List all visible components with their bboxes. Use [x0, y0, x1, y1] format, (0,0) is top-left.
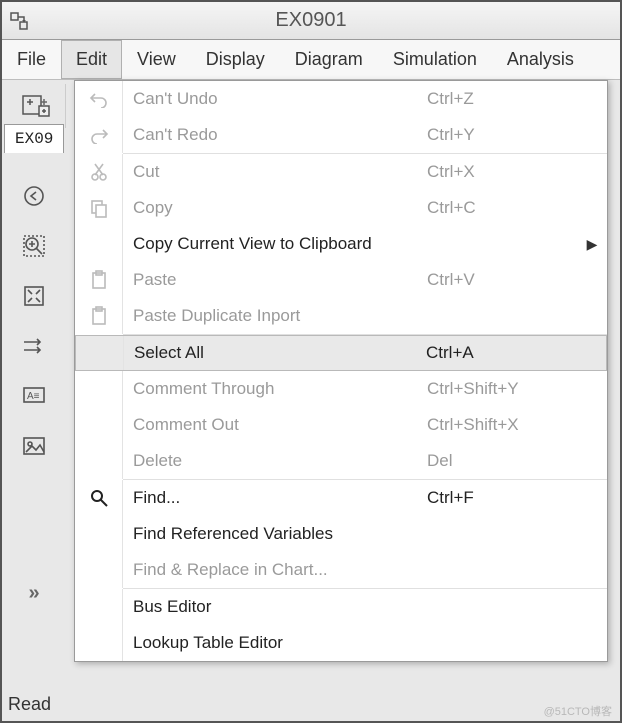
menu-item-delete: DeleteDel — [75, 443, 607, 479]
edit-menu: Can't UndoCtrl+ZCan't RedoCtrl+YCutCtrl+… — [74, 80, 608, 662]
blank-icon — [75, 552, 123, 588]
menu-item-label: Paste — [123, 270, 427, 290]
copy-icon — [75, 190, 123, 226]
submenu-arrow-icon: ▶ — [577, 236, 607, 253]
blank-icon — [75, 226, 123, 262]
menu-item-label: Delete — [123, 451, 427, 471]
menu-item-shortcut: Ctrl+Y — [427, 125, 577, 145]
svg-text:A≡: A≡ — [27, 391, 40, 402]
menu-item-comment-out: Comment OutCtrl+Shift+X — [75, 407, 607, 443]
zoom-in-icon[interactable] — [20, 232, 48, 260]
menu-item-lookup-table-editor[interactable]: Lookup Table Editor — [75, 625, 607, 661]
menu-analysis[interactable]: Analysis — [492, 40, 589, 79]
blank-icon — [75, 407, 123, 443]
blank-icon — [75, 516, 123, 552]
menu-item-label: Can't Undo — [123, 89, 427, 109]
menu-item-shortcut: Ctrl+F — [427, 488, 577, 508]
expand-palette-icon[interactable]: » — [28, 582, 39, 605]
menu-item-shortcut: Ctrl+A — [426, 343, 576, 363]
menubar: FileEditViewDisplayDiagramSimulationAnal… — [2, 40, 620, 80]
tab-label: EX09 — [4, 124, 64, 153]
cut-icon — [75, 154, 123, 190]
menu-item-paste-duplicate-inport: Paste Duplicate Inport — [75, 298, 607, 334]
menu-item-label: Find & Replace in Chart... — [123, 560, 427, 580]
menu-item-shortcut: Ctrl+X — [427, 162, 577, 182]
image-icon[interactable] — [20, 432, 48, 460]
menu-item-paste: PasteCtrl+V — [75, 262, 607, 298]
menu-item-label: Bus Editor — [123, 597, 427, 617]
menu-item-label: Cut — [123, 162, 427, 182]
paste-icon — [75, 262, 123, 298]
menu-item-can-t-redo: Can't RedoCtrl+Y — [75, 117, 607, 153]
menu-display[interactable]: Display — [191, 40, 280, 79]
search-icon — [75, 480, 123, 516]
paste-icon — [75, 298, 123, 334]
watermark: @51CTO博客 — [544, 703, 612, 719]
menu-item-shortcut: Ctrl+Shift+Y — [427, 379, 577, 399]
menu-item-label: Can't Redo — [123, 125, 427, 145]
menu-item-label: Comment Through — [123, 379, 427, 399]
app-window: EX0901 FileEditViewDisplayDiagramSimulat… — [0, 0, 622, 723]
fit-to-view-icon[interactable] — [20, 282, 48, 310]
annotation-icon[interactable]: A≡ — [20, 382, 48, 410]
menu-edit[interactable]: Edit — [61, 40, 122, 79]
menu-item-copy-current-view-to-clipboard[interactable]: Copy Current View to Clipboard ▶ — [75, 226, 607, 262]
blank-icon — [75, 589, 123, 625]
arrows-right-icon[interactable] — [20, 332, 48, 360]
blank-icon — [76, 336, 124, 370]
menu-item-label: Copy — [123, 198, 427, 218]
menu-item-find[interactable]: Find...Ctrl+F — [75, 480, 607, 516]
left-palette: A≡ » — [6, 168, 62, 605]
blank-icon — [75, 443, 123, 479]
menu-item-label: Paste Duplicate Inport — [123, 306, 427, 326]
menu-item-label: Comment Out — [123, 415, 427, 435]
status-text: Read — [8, 694, 51, 715]
menu-item-shortcut: Ctrl+V — [427, 270, 577, 290]
menu-file[interactable]: File — [2, 40, 61, 79]
undo-icon — [75, 81, 123, 117]
menu-item-find-referenced-variables[interactable]: Find Referenced Variables — [75, 516, 607, 552]
menu-simulation[interactable]: Simulation — [378, 40, 492, 79]
blank-icon — [75, 625, 123, 661]
menu-item-label: Lookup Table Editor — [123, 633, 427, 653]
window-title: EX0901 — [2, 9, 620, 32]
menu-item-shortcut: Ctrl+Shift+X — [427, 415, 577, 435]
menu-item-label: Find... — [123, 488, 427, 508]
menu-item-select-all[interactable]: Select AllCtrl+A — [75, 335, 607, 371]
menu-item-shortcut: Ctrl+C — [427, 198, 577, 218]
menu-item-shortcut: Del — [427, 451, 577, 471]
titlebar: EX0901 — [2, 2, 620, 40]
menu-item-can-t-undo: Can't UndoCtrl+Z — [75, 81, 607, 117]
menu-item-find-replace-in-chart: Find & Replace in Chart... — [75, 552, 607, 588]
menu-item-label: Copy Current View to Clipboard — [123, 234, 427, 254]
menu-item-shortcut: Ctrl+Z — [427, 89, 577, 109]
redo-icon — [75, 117, 123, 153]
menu-view[interactable]: View — [122, 40, 191, 79]
model-tab[interactable]: EX09 — [4, 130, 64, 164]
menu-item-bus-editor[interactable]: Bus Editor — [75, 589, 607, 625]
back-icon[interactable] — [20, 182, 48, 210]
menu-item-comment-through: Comment ThroughCtrl+Shift+Y — [75, 371, 607, 407]
app-icon — [8, 10, 30, 32]
toolbar-new-model-button[interactable] — [6, 84, 66, 128]
menu-item-label: Select All — [124, 343, 426, 363]
menu-item-label: Find Referenced Variables — [123, 524, 427, 544]
blank-icon — [75, 371, 123, 407]
menu-item-copy: CopyCtrl+C — [75, 190, 607, 226]
menu-item-cut: CutCtrl+X — [75, 154, 607, 190]
menu-diagram[interactable]: Diagram — [280, 40, 378, 79]
